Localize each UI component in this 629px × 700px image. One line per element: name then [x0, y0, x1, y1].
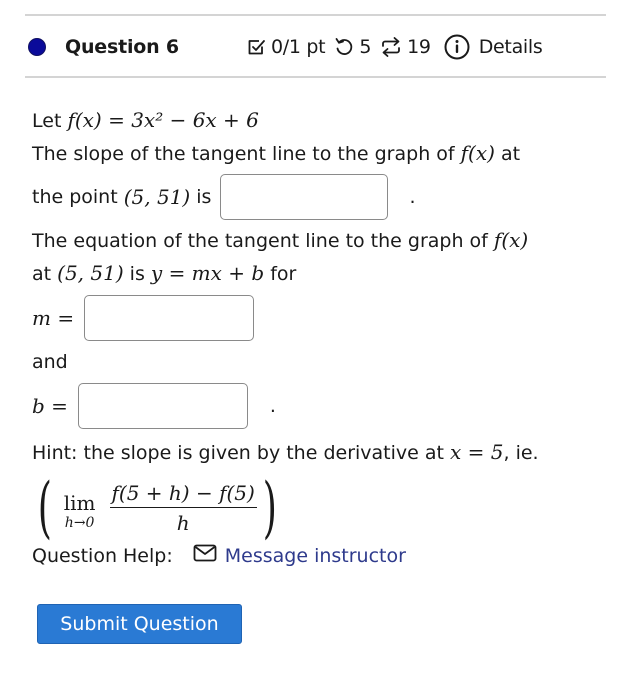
question-header: Question 6 0/1 pt 5 19 Details [25, 28, 606, 66]
slope-prompt-line: The slope of the tangent line to the gra… [32, 137, 602, 170]
hint-x-equals: x = 5 [450, 440, 504, 464]
equation-prompt-line: The equation of the tangent line to the … [32, 224, 602, 257]
fraction-denominator: h [176, 510, 190, 535]
is-text: is [123, 263, 151, 285]
fx-symbol: f(x) [460, 141, 495, 165]
b-answer-input[interactable] [77, 383, 248, 429]
repeat-icon [379, 36, 403, 58]
point-suffix: is [190, 186, 218, 208]
question-meta: 0/1 pt 5 19 Details [247, 28, 550, 66]
score-text: 0/1 pt [271, 36, 326, 58]
details-button[interactable]: Details [443, 33, 543, 61]
slope-period: . [409, 186, 416, 208]
b-period: . [269, 395, 276, 417]
slope-prompt-text: The slope of the tangent line to the gra… [32, 143, 461, 165]
details-label: Details [478, 36, 543, 58]
let-text: Let [32, 110, 68, 132]
m-answer-row: m = [32, 290, 602, 346]
point-coordinates: (5, 51) [123, 185, 191, 209]
slope-answer-row: the point (5, 51) is . [32, 170, 602, 224]
hint-text: Hint: the slope is given by the derivati… [32, 442, 451, 464]
fx-symbol-2: f(x) [493, 228, 529, 252]
score-indicator: 0/1 pt [247, 36, 326, 58]
fraction-numerator: f(5 + h) − f(5) [111, 480, 255, 505]
retries-indicator: 5 [333, 36, 371, 58]
slope-answer-input[interactable] [219, 174, 388, 220]
difference-quotient: f(5 + h) − f(5) h [109, 479, 257, 538]
at-text: at [32, 263, 58, 285]
point-coordinates-2: (5, 51) [57, 261, 124, 285]
retry-icon [333, 36, 355, 58]
function-definition: f(x) = 3x² − 6x + 6 [67, 108, 259, 132]
function-definition-line: Let f(x) = 3x² − 6x + 6 [32, 104, 602, 137]
question-help-label: Question Help: [32, 544, 173, 567]
submit-question-button[interactable]: Submit Question [37, 604, 242, 644]
attempts-count: 19 [407, 36, 431, 58]
slope-prompt-suffix: at [494, 143, 521, 165]
question-title: Question 6 [65, 36, 179, 58]
envelope-icon [193, 544, 217, 567]
m-label: m = [32, 306, 75, 330]
and-text: and [32, 351, 68, 373]
message-instructor-link[interactable]: Message instructor [225, 545, 406, 567]
equation-form-line: at (5, 51) is y = mx + b for [32, 257, 602, 290]
question-body: Let f(x) = 3x² − 6x + 6 The slope of the… [32, 104, 602, 547]
lim-subscript: h→0 [64, 515, 95, 531]
equation-prompt-text: The equation of the tangent line to the … [32, 230, 494, 252]
line-equation: y = mx + b [150, 261, 265, 285]
question-status-dot [28, 38, 46, 56]
checkbox-checked-icon [247, 37, 267, 57]
open-paren: ( [37, 469, 52, 546]
retries-count: 5 [359, 36, 372, 58]
hint-suffix: , ie. [503, 442, 539, 464]
point-prefix: the point [32, 186, 118, 208]
header-bottom-divider [25, 76, 606, 78]
b-answer-row: b = . [32, 378, 602, 434]
attempts-indicator: 19 [379, 36, 431, 58]
lim-word: lim [63, 491, 96, 515]
header-top-divider [25, 14, 606, 16]
b-label: b = [32, 394, 68, 418]
limit-expression: ( lim h→0 f(5 + h) − f(5) h ) [32, 469, 602, 547]
info-icon [443, 33, 471, 61]
m-answer-input[interactable] [84, 295, 255, 341]
close-paren: ) [262, 469, 277, 546]
for-text: for [264, 263, 297, 285]
limit-operator: lim h→0 [64, 492, 96, 532]
question-help: Question Help: Message instructor [32, 544, 406, 567]
hint-line: Hint: the slope is given by the derivati… [32, 436, 602, 469]
